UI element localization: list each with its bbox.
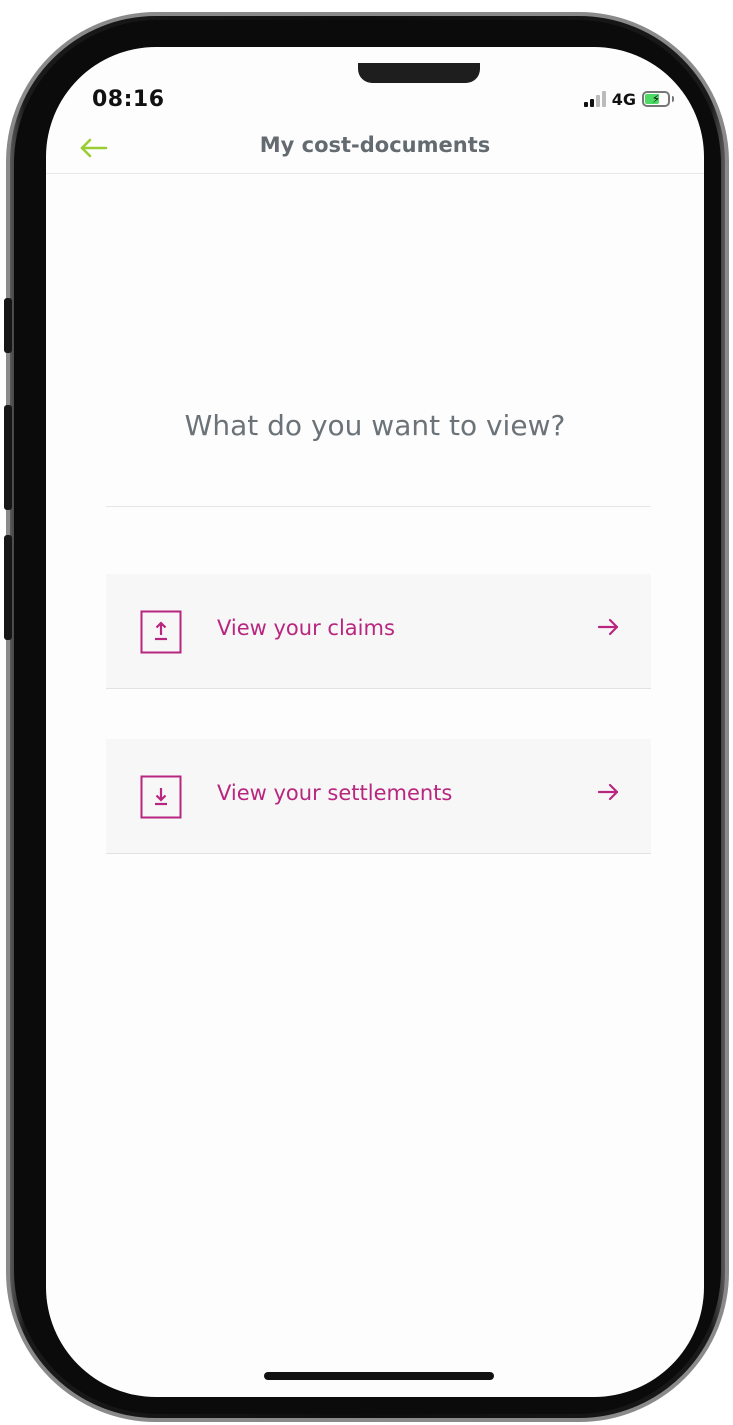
- view-claims-button[interactable]: View your claims: [106, 574, 651, 689]
- network-label: 4G: [611, 89, 636, 109]
- navigation-bar: My cost-documents: [46, 125, 704, 174]
- app-screen: 08:16 4G ⚡ My cost-documents What do you…: [46, 47, 704, 1397]
- view-settlements-button[interactable]: View your settlements: [106, 739, 651, 854]
- side-button-volume-down: [4, 535, 12, 640]
- side-button-volume-up: [4, 405, 12, 510]
- home-indicator[interactable]: [264, 1372, 494, 1380]
- divider: [106, 506, 651, 507]
- option-label-claims: View your claims: [217, 616, 395, 640]
- status-indicators: 4G ⚡: [583, 89, 674, 109]
- side-button-mute: [4, 298, 12, 353]
- option-label-settlements: View your settlements: [217, 781, 453, 805]
- battery-tip: [672, 96, 674, 102]
- status-bar: 08:16 4G ⚡: [46, 47, 704, 127]
- status-time: 08:16: [92, 87, 165, 112]
- signal-icon: [583, 91, 606, 107]
- question-heading: What do you want to view?: [184, 409, 566, 442]
- page-title: My cost-documents: [259, 133, 491, 157]
- battery-icon: ⚡: [642, 91, 670, 107]
- arrow-right-icon: [597, 781, 619, 803]
- download-document-icon: [140, 775, 182, 819]
- upload-document-icon: [140, 610, 182, 654]
- arrow-right-icon: [597, 616, 619, 638]
